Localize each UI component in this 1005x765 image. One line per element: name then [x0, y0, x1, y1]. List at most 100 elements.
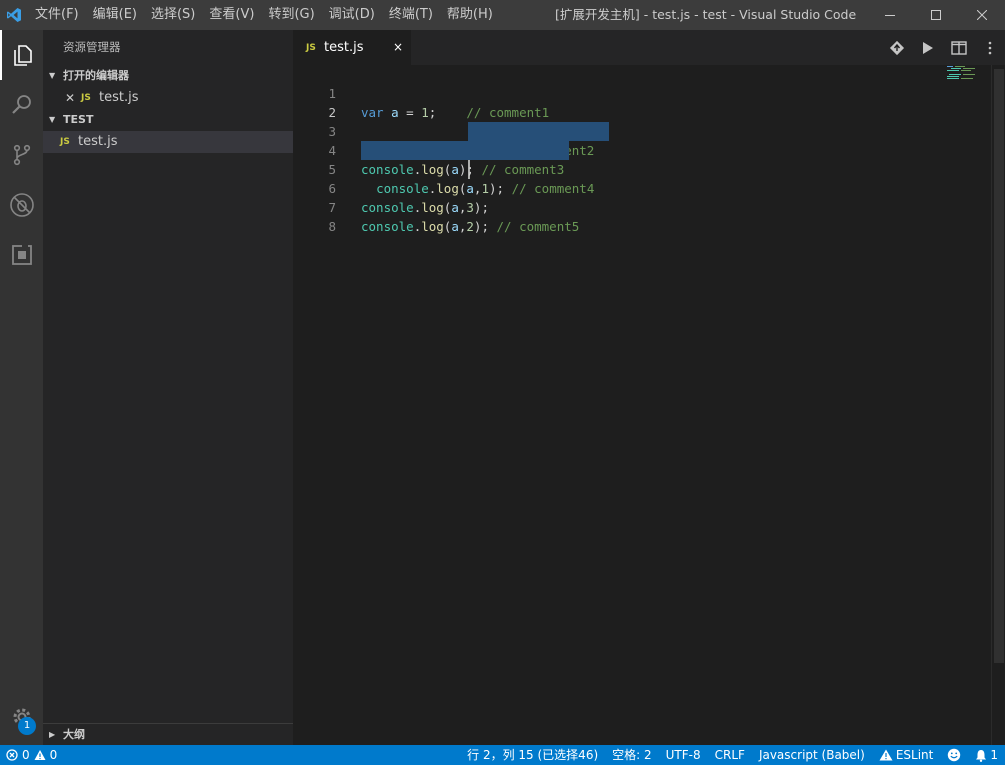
- code-line: 1 var a = 1; // comment1: [293, 65, 1005, 120]
- more-icon: [988, 41, 991, 54]
- split-editor-icon: [950, 40, 967, 55]
- menu-view[interactable]: 查看(V): [202, 0, 261, 30]
- problems-status[interactable]: 0 0: [0, 748, 57, 762]
- maximize-icon: [931, 10, 941, 20]
- javascript-file-icon: JS: [81, 93, 91, 103]
- git-compare-icon: [889, 40, 904, 55]
- menu-bar: 文件(F) 编辑(E) 选择(S) 查看(V) 转到(G) 调试(D) 终端(T…: [28, 0, 500, 30]
- notification-count: 1: [990, 748, 998, 762]
- source-control-icon: [13, 144, 30, 166]
- code-line: 4: [293, 122, 1005, 158]
- notifications-button[interactable]: 1: [968, 745, 1005, 765]
- run-button[interactable]: [912, 30, 943, 65]
- javascript-file-icon: JS: [60, 137, 70, 147]
- smiley-icon: [948, 748, 961, 762]
- open-editor-item[interactable]: ✕ JS test.js: [43, 87, 293, 109]
- menu-terminal[interactable]: 终端(T): [382, 0, 440, 30]
- error-icon: [6, 749, 18, 761]
- open-changes-button[interactable]: [881, 30, 912, 65]
- activity-manage[interactable]: 1: [0, 697, 43, 737]
- code-line: 2 console.log(a); // comment2: [293, 84, 1005, 179]
- menu-edit[interactable]: 编辑(E): [86, 0, 144, 30]
- chevron-right-icon: ▶: [49, 730, 56, 739]
- window-controls: [867, 0, 1005, 30]
- chevron-down-icon: ▼: [49, 71, 56, 80]
- warning-icon: [34, 750, 46, 760]
- outline-panel: ▶ 大纲: [43, 723, 293, 745]
- file-item[interactable]: JS test.js: [43, 131, 293, 153]
- eslint-label: ESLint: [895, 748, 934, 762]
- folder-header[interactable]: ▼ TEST: [43, 109, 293, 131]
- encoding[interactable]: UTF-8: [659, 745, 708, 765]
- warning-icon: [879, 749, 893, 761]
- eslint-status[interactable]: ESLint: [872, 745, 941, 765]
- window-title: [扩展开发主机] - test.js - test - Visual Studi…: [555, 7, 857, 22]
- editor-actions: [881, 30, 1005, 65]
- end-of-line[interactable]: CRLF: [708, 745, 752, 765]
- debug-icon: [9, 193, 34, 217]
- code-text: console.log(a,2); // comment5: [361, 219, 580, 234]
- open-editors-header[interactable]: ▼ 打开的编辑器: [43, 65, 293, 87]
- minimap[interactable]: [947, 65, 987, 85]
- open-editors-label: 打开的编辑器: [63, 69, 129, 82]
- scrollbar-thumb[interactable]: [994, 69, 1004, 663]
- menu-help[interactable]: 帮助(H): [440, 0, 500, 30]
- language-mode[interactable]: Javascript (Babel): [752, 745, 872, 765]
- tab-test-js[interactable]: JS test.js ×: [293, 30, 411, 65]
- minimize-button[interactable]: [867, 0, 913, 30]
- notification-badge: 1: [18, 717, 36, 735]
- sidebar-title: 资源管理器: [63, 40, 121, 54]
- tab-label: test.js: [324, 40, 364, 55]
- explorer-sidebar: 资源管理器 ▼ 打开的编辑器 ✕ JS test.js ▼ TEST JS te…: [43, 30, 293, 745]
- title-bar: 文件(F) 编辑(E) 选择(S) 查看(V) 转到(G) 调试(D) 终端(T…: [0, 0, 1005, 30]
- menu-selection[interactable]: 选择(S): [144, 0, 202, 30]
- maximize-button[interactable]: [913, 0, 959, 30]
- indentation[interactable]: 空格: 2: [605, 745, 659, 765]
- activity-source-control[interactable]: [0, 130, 43, 180]
- close-window-button[interactable]: [959, 0, 1005, 30]
- close-tab-icon[interactable]: ×: [393, 30, 403, 65]
- editor-area: JS test.js × 1 var a = 1; // comment1 2 …: [293, 30, 1005, 745]
- warning-count: 0: [49, 748, 58, 762]
- menu-debug[interactable]: 调试(D): [322, 0, 382, 30]
- error-count: 0: [22, 748, 30, 762]
- line-number: 8: [328, 219, 336, 234]
- activity-search[interactable]: [0, 80, 43, 130]
- code-editor[interactable]: 1 var a = 1; // comment1 2 console.log(a…: [293, 65, 1005, 234]
- code-line: 6 console.log(a,3);: [293, 160, 1005, 215]
- folder-label: TEST: [63, 113, 94, 126]
- files-icon: [13, 45, 32, 66]
- code-line: 8: [293, 198, 1005, 234]
- split-editor-button[interactable]: [943, 30, 974, 65]
- activity-debug[interactable]: [0, 180, 43, 230]
- play-icon: [922, 41, 933, 54]
- close-icon[interactable]: ✕: [61, 87, 79, 109]
- bell-icon: [976, 749, 987, 762]
- vertical-scrollbar[interactable]: [991, 65, 1005, 745]
- status-bar-right: 行 2，列 15 (已选择46) 空格: 2 UTF-8 CRLF Javasc…: [460, 745, 1005, 765]
- code-line: 7 console.log(a,2); // comment5: [293, 179, 1005, 234]
- activity-explorer[interactable]: [0, 30, 43, 80]
- extensions-icon: [11, 244, 32, 265]
- more-actions-button[interactable]: [974, 30, 1005, 65]
- open-editor-label: test.js: [99, 90, 139, 105]
- minimize-icon: [885, 15, 895, 16]
- file-label: test.js: [78, 134, 118, 149]
- code-line: 3 console.log(a); // comment3: [293, 103, 1005, 177]
- menu-go[interactable]: 转到(G): [261, 0, 321, 30]
- code-line: 5 console.log(a,1); // comment4: [293, 141, 1005, 196]
- outline-label: 大纲: [63, 728, 85, 741]
- vscode-logo-icon: [0, 0, 28, 30]
- activity-bar: 1: [0, 30, 43, 745]
- feedback-button[interactable]: [940, 748, 968, 762]
- activity-extensions[interactable]: [0, 230, 43, 280]
- cursor-position[interactable]: 行 2，列 15 (已选择46): [460, 745, 605, 765]
- status-bar: 0 0 行 2，列 15 (已选择46) 空格: 2 UTF-8 CRLF Ja…: [0, 745, 1005, 765]
- close-icon: [977, 10, 987, 20]
- menu-file[interactable]: 文件(F): [28, 0, 86, 30]
- outline-header[interactable]: ▶ 大纲: [43, 724, 293, 746]
- javascript-file-icon: JS: [306, 42, 316, 53]
- search-icon: [11, 95, 31, 114]
- chevron-down-icon: ▼: [49, 115, 56, 124]
- tab-bar: JS test.js ×: [293, 30, 1005, 65]
